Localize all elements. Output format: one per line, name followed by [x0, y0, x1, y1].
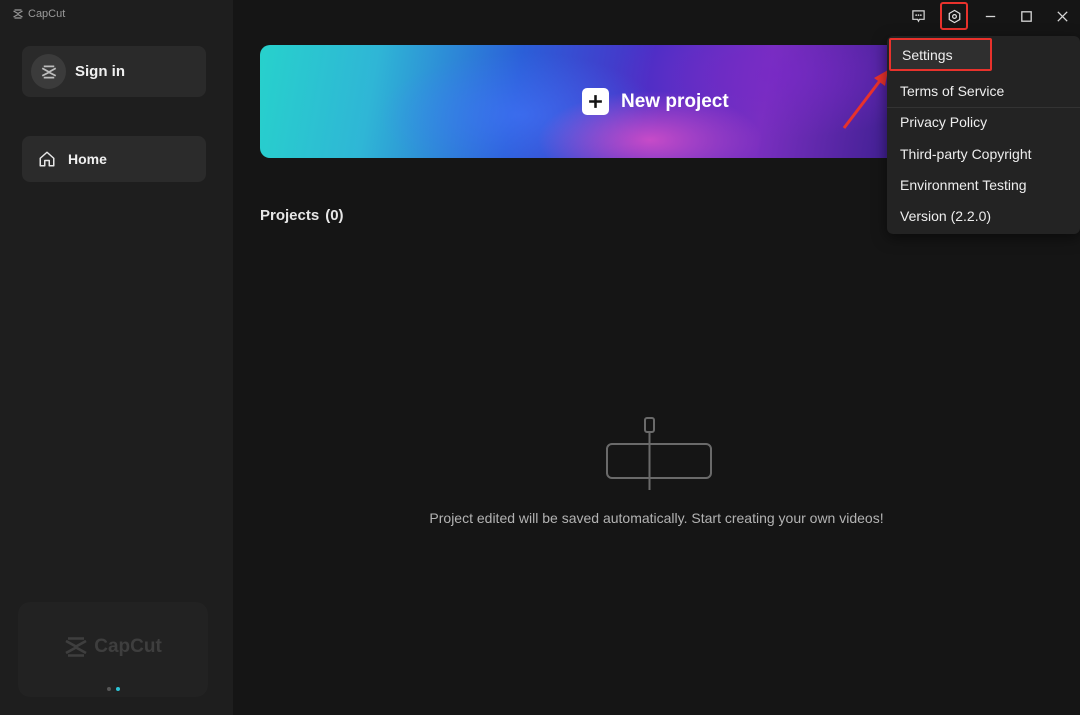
gear-icon [948, 9, 960, 23]
projects-label: Projects [260, 207, 320, 224]
capcut-avatar-icon [41, 64, 56, 79]
new-project-button[interactable]: New project [260, 45, 900, 158]
sidebar-item-home[interactable]: Home [22, 136, 206, 182]
carousel-dot-active[interactable] [115, 687, 120, 691]
maximize-button[interactable] [1008, 1, 1044, 31]
promo-logo-text: CapCut [94, 635, 162, 657]
settings-gear-button[interactable] [936, 1, 972, 31]
close-button[interactable] [1044, 1, 1080, 31]
capcut-logo-icon [13, 9, 23, 19]
plus-icon [582, 88, 609, 115]
carousel-dot[interactable] [106, 687, 111, 691]
empty-timeline-icon [606, 417, 712, 490]
projects-heading: Projects (0) [260, 207, 344, 224]
menu-item-environment[interactable]: Environment Testing [887, 170, 1080, 200]
sidebar: CapCut Sign in Home CapCut [0, 0, 233, 715]
minimize-button[interactable] [972, 1, 1008, 31]
avatar [31, 54, 66, 89]
sign-in-button[interactable]: Sign in [22, 46, 206, 97]
feedback-icon [911, 9, 925, 23]
new-project-content: New project [260, 45, 900, 158]
sidebar-item-label: Home [68, 151, 107, 167]
close-icon [1056, 10, 1068, 22]
feedback-button[interactable] [900, 1, 936, 31]
menu-item-privacy[interactable]: Privacy Policy [887, 107, 1080, 137]
new-project-label: New project [621, 90, 729, 112]
settings-menu: Settings Terms of Service Privacy Policy… [887, 36, 1080, 234]
empty-state-message: Project edited will be saved automatical… [429, 510, 884, 526]
maximize-icon [1020, 10, 1032, 22]
projects-count: (0) [325, 207, 344, 224]
capcut-logo-icon [65, 636, 87, 657]
sign-in-label: Sign in [75, 63, 125, 80]
promo-banner[interactable]: CapCut [18, 602, 208, 697]
promo-logo: CapCut [64, 635, 162, 659]
home-icon [39, 151, 55, 167]
minimize-icon [985, 15, 995, 17]
settings-highlight [940, 2, 968, 30]
app-title-text: CapCut [28, 8, 66, 20]
menu-item-copyright[interactable]: Third-party Copyright [887, 139, 1080, 169]
app-title: CapCut [12, 6, 65, 22]
menu-item-version[interactable]: Version (2.2.0) [887, 201, 1080, 231]
titlebar-controls [900, 0, 1080, 32]
menu-item-settings[interactable]: Settings [889, 38, 992, 71]
menu-item-terms[interactable]: Terms of Service [887, 76, 1080, 106]
carousel-dots [106, 687, 120, 691]
